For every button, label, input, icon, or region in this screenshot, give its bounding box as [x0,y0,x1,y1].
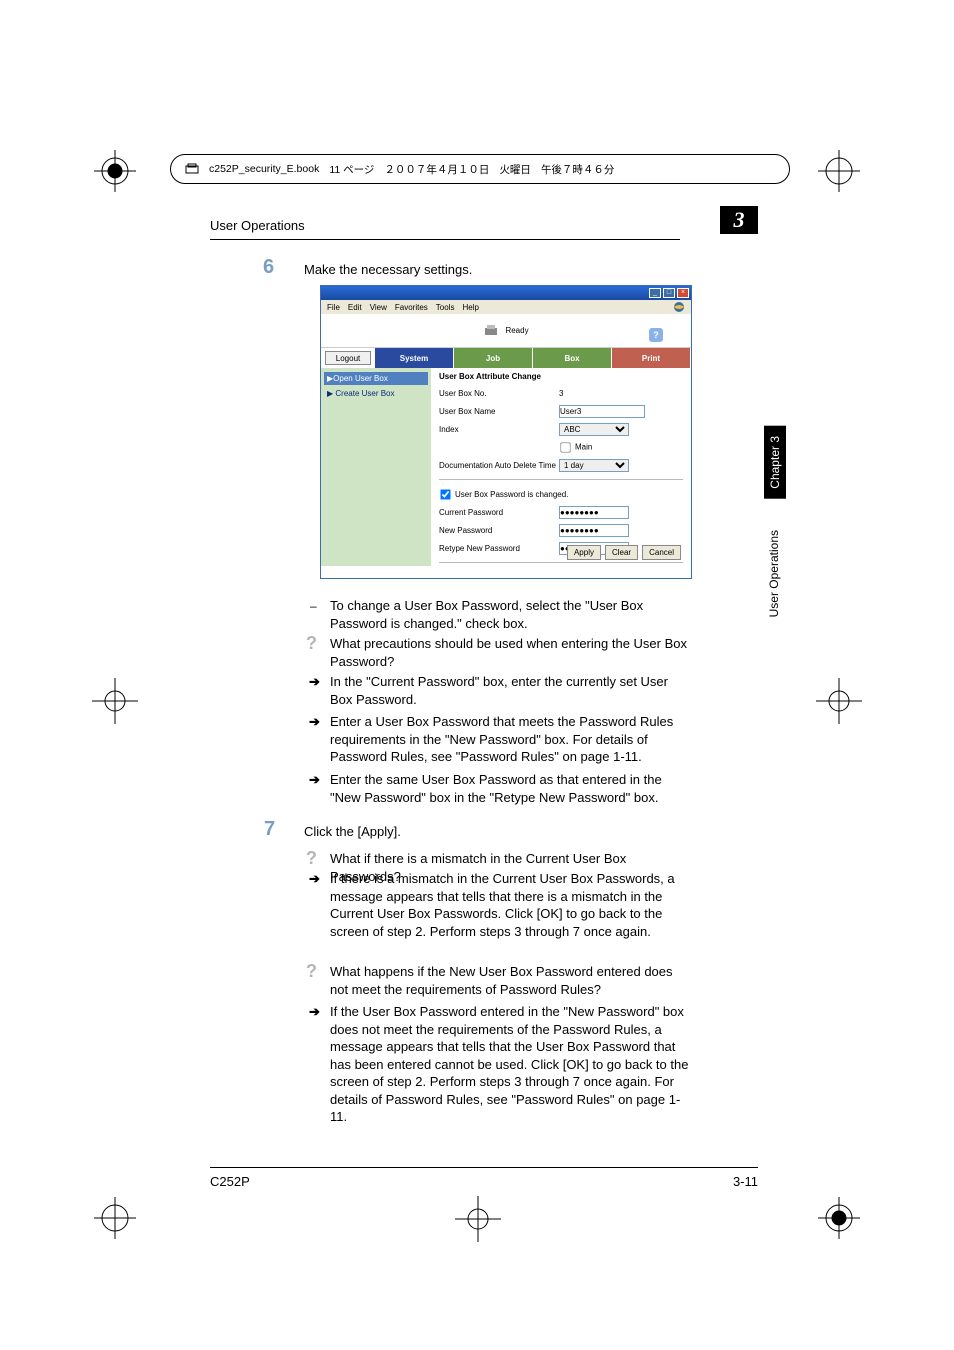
arrow-icon: ➔ [309,1004,320,1020]
section-title: User Operations [210,218,680,240]
note-q1: What precautions should be used when ent… [330,635,690,670]
retypepw-label: Retype New Password [439,544,559,553]
autodel-select[interactable]: 1 day [559,459,629,472]
logout-button[interactable]: Logout [325,351,371,365]
maximize-button[interactable]: □ [663,288,675,298]
boxname-input[interactable] [559,405,645,418]
main-label: Main [575,442,592,451]
tab-box[interactable]: Box [533,348,612,368]
index-select[interactable]: ABC [559,423,629,436]
crop-cross-icon [816,678,862,724]
registration-mark [94,150,136,192]
boxno-value: 3 [559,389,563,398]
footer-model: C252P [210,1174,250,1189]
side-section-label: User Operations [767,530,781,617]
nav-open-user-box[interactable]: ▶Open User Box [324,372,428,385]
book-header-bar: c252P_security_E.book 11 ページ ２００７年４月１０日 … [170,154,790,184]
tab-job[interactable]: Job [454,348,533,368]
note-a2: Enter a User Box Password that meets the… [330,713,690,766]
index-label: Index [439,425,559,434]
boxname-label: User Box Name [439,407,559,416]
header-time: 午後７時４６分 [541,162,615,177]
step-6-text: Make the necessary settings. [304,262,472,277]
side-chapter-tab: Chapter 3 [764,426,786,499]
window-titlebar: _ □ × [321,286,691,300]
curpw-label: Current Password [439,508,559,517]
step-6-number: 6 [263,256,274,279]
note-a4: If there is a mismatch in the Current Us… [330,870,690,940]
tab-system[interactable]: System [375,348,454,368]
header-page: 11 ページ [329,162,374,177]
crop-cross-icon [92,678,138,724]
left-nav: ▶Open User Box ▶ Create User Box [321,368,431,566]
clear-button[interactable]: Clear [605,545,638,560]
menu-tools[interactable]: Tools [436,303,455,312]
status-row: Ready ? [321,314,691,348]
status-text: Ready [505,326,528,335]
dash-bullet: – [310,599,317,613]
registration-mark [818,150,860,192]
printer-icon [483,324,499,338]
ie-logo-icon [673,301,685,313]
question-icon: ? [306,961,317,982]
newpw-label: New Password [439,526,559,535]
autodel-label: Documentation Auto Delete Time [439,461,559,470]
step-7-number: 7 [264,818,275,841]
cancel-button[interactable]: Cancel [642,545,681,560]
header-filename: c252P_security_E.book [209,163,319,175]
menu-favorites[interactable]: Favorites [395,303,428,312]
page-footer: C252P 3-11 [210,1167,758,1189]
menu-help[interactable]: Help [462,303,478,312]
apply-button[interactable]: Apply [567,545,601,560]
header-date: ２００７年４月１０日 [384,162,489,177]
pwchange-label: User Box Password is changed. [455,490,568,499]
footer-page: 3-11 [733,1174,758,1189]
arrow-icon: ➔ [309,674,320,690]
main-checkbox[interactable] [560,442,570,452]
book-icon [185,163,199,175]
form-title: User Box Attribute Change [439,372,683,381]
note-change-password: To change a User Box Password, select th… [330,597,690,632]
pwchange-checkbox[interactable] [440,489,450,499]
question-icon: ? [306,633,317,654]
note-a5: If the User Box Password entered in the … [330,1003,690,1126]
menu-bar: File Edit View Favorites Tools Help [321,300,691,314]
step-7-text: Click the [Apply]. [304,824,401,839]
note-a3: Enter the same User Box Password as that… [330,771,690,806]
help-icon[interactable]: ? [649,328,663,342]
nav-create-user-box[interactable]: ▶ Create User Box [327,387,425,400]
crop-cross-icon [455,1196,501,1242]
form-area: User Box Attribute Change User Box No.3 … [431,368,691,566]
registration-mark [94,1197,136,1239]
chapter-number-badge: 3 [720,206,758,234]
arrow-icon: ➔ [309,772,320,788]
curpw-input[interactable] [559,506,629,519]
menu-file[interactable]: File [327,303,340,312]
registration-mark [818,1197,860,1239]
menu-edit[interactable]: Edit [348,303,362,312]
note-a1: In the "Current Password" box, enter the… [330,673,690,708]
menu-view[interactable]: View [370,303,387,312]
arrow-icon: ➔ [309,871,320,887]
newpw-input[interactable] [559,524,629,537]
arrow-icon: ➔ [309,714,320,730]
close-button[interactable]: × [677,288,689,298]
boxno-label: User Box No. [439,389,559,398]
minimize-button[interactable]: _ [649,288,661,298]
tab-print[interactable]: Print [612,348,691,368]
header-weekday: 火曜日 [499,162,531,177]
tabs-row: Logout System Job Box Print [321,348,691,368]
question-icon: ? [306,848,317,869]
note-q3: What happens if the New User Box Passwor… [330,963,690,998]
app-window: _ □ × File Edit View Favorites Tools Hel… [320,285,692,579]
